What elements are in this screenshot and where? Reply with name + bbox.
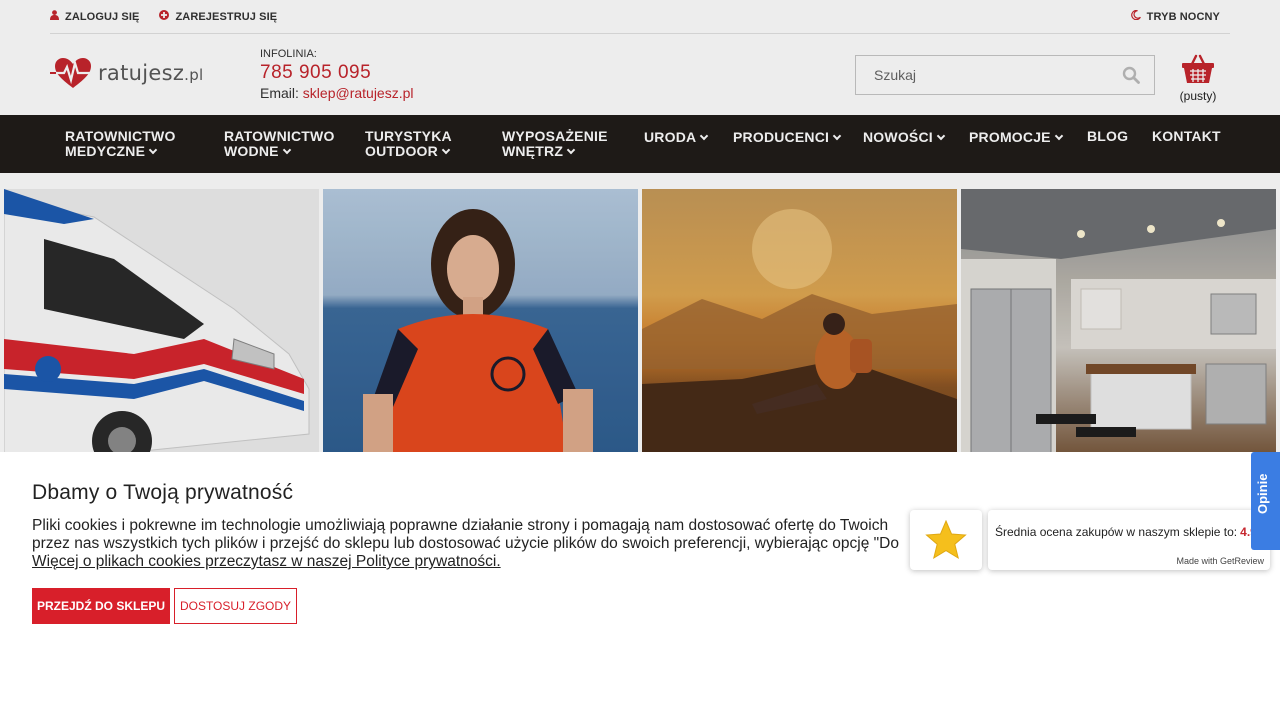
banner-turystyka-outdoor[interactable] xyxy=(642,189,957,454)
customize-consents-button[interactable]: DOSTOSUJ ZGODY xyxy=(174,588,297,624)
chevron-down-icon xyxy=(566,145,576,155)
login-label: ZALOGUJ SIĘ xyxy=(65,10,140,23)
ambulance-image xyxy=(4,189,310,454)
banner-ratownictwo-medyczne[interactable] xyxy=(4,189,319,454)
star-icon xyxy=(925,520,967,560)
hotline-phone[interactable]: 785 905 095 xyxy=(260,62,414,84)
chevron-down-icon xyxy=(148,145,158,155)
logo[interactable]: ratujesz.pl xyxy=(50,56,204,90)
page: ZALOGUJ SIĘ ZAREJESTRUJ SIĘ TRYB NOCNY r… xyxy=(0,0,1280,720)
search-box xyxy=(855,55,1155,95)
night-mode-toggle[interactable]: TRYB NOCNY xyxy=(1130,9,1220,23)
chevron-down-icon xyxy=(936,131,946,141)
night-mode-label: TRYB NOCNY xyxy=(1146,10,1220,23)
review-star-badge[interactable] xyxy=(910,510,982,570)
contact-info: INFOLINIA: 785 905 095 Email: sklep@ratu… xyxy=(260,48,414,101)
search-icon[interactable] xyxy=(1122,66,1140,89)
lifeguard-woman-image xyxy=(363,209,593,454)
nav-item-producenci[interactable]: PRODUCENCI xyxy=(733,130,842,145)
chevron-down-icon xyxy=(1054,131,1063,141)
plus-circle-icon xyxy=(159,10,170,23)
opinie-side-tab[interactable]: Opinie xyxy=(1251,452,1280,550)
cart-button[interactable]: (pusty) xyxy=(1178,54,1218,103)
main-navigation: RATOWNICTWO MEDYCZNE RATOWNICTWO WODNE T… xyxy=(0,115,1280,173)
review-summary-card[interactable]: Średnia ocena zakupów w naszym sklepie t… xyxy=(988,510,1270,570)
register-label: ZAREJESTRUJ SIĘ xyxy=(175,10,278,23)
nav-item-ratownictwo-wodne[interactable]: RATOWNICTWO WODNE xyxy=(224,129,335,159)
nav-item-promocje[interactable]: PROMOCJE xyxy=(969,130,1063,145)
basket-icon xyxy=(1182,54,1214,83)
cookie-consent-panel: Dbamy o Twoją prywatność Pliki cookies i… xyxy=(0,452,1280,720)
chevron-down-icon xyxy=(700,131,709,141)
chevron-down-icon xyxy=(832,131,842,141)
nav-item-uroda[interactable]: URODA xyxy=(644,130,709,145)
nav-item-blog[interactable]: BLOG xyxy=(1087,129,1128,144)
kitchen-interior-image xyxy=(961,189,1276,454)
header: ratujesz.pl INFOLINIA: 785 905 095 Email… xyxy=(0,34,1280,115)
nav-item-wyposazenie-wnetrz[interactable]: WYPOSAŻENIE WNĘTRZ xyxy=(502,129,608,159)
chevron-down-icon xyxy=(282,145,291,155)
heart-pulse-logo-icon xyxy=(50,58,96,88)
user-icon xyxy=(50,10,59,23)
moon-icon xyxy=(1130,9,1141,23)
register-link[interactable]: ZAREJESTRUJ SIĘ xyxy=(159,10,277,23)
nav-item-turystyka-outdoor[interactable]: TURYSTYKA OUTDOOR xyxy=(365,129,452,159)
cookie-title: Dbamy o Twoją prywatność xyxy=(32,481,294,504)
cart-status: (pusty) xyxy=(1179,89,1217,103)
accept-go-to-shop-button[interactable]: PRZEJDŹ DO SKLEPU xyxy=(32,588,170,624)
nav-item-kontakt[interactable]: KONTAKT xyxy=(1152,129,1221,144)
login-link[interactable]: ZALOGUJ SIĘ xyxy=(50,10,139,23)
account-links: ZALOGUJ SIĘ ZAREJESTRUJ SIĘ xyxy=(50,10,277,23)
email-line: Email: sklep@ratujesz.pl xyxy=(260,85,414,101)
category-banners xyxy=(0,189,1280,454)
email-label: Email: xyxy=(260,85,299,101)
email-link[interactable]: sklep@ratujesz.pl xyxy=(303,85,414,101)
nav-item-ratownictwo-medyczne[interactable]: RATOWNICTWO MEDYCZNE xyxy=(65,129,176,159)
getreview-credit: Made with GetReview xyxy=(1176,556,1264,566)
search-input[interactable] xyxy=(856,56,1106,94)
logo-text: ratujesz.pl xyxy=(98,61,204,85)
hiker-sunset-image xyxy=(642,209,957,454)
banner-ratownictwo-wodne[interactable] xyxy=(323,189,638,454)
chevron-down-icon xyxy=(441,145,451,155)
banner-wyposazenie-wnetrz[interactable] xyxy=(961,189,1276,454)
top-bar: ZALOGUJ SIĘ ZAREJESTRUJ SIĘ TRYB NOCNY xyxy=(50,0,1230,34)
opinie-tab-label: Opinie xyxy=(1255,473,1270,514)
review-average-text: Średnia ocena zakupów w naszym sklepie t… xyxy=(995,525,1257,539)
hotline-label: INFOLINIA: xyxy=(260,48,317,60)
nav-item-nowosci[interactable]: NOWOŚCI xyxy=(863,130,946,145)
